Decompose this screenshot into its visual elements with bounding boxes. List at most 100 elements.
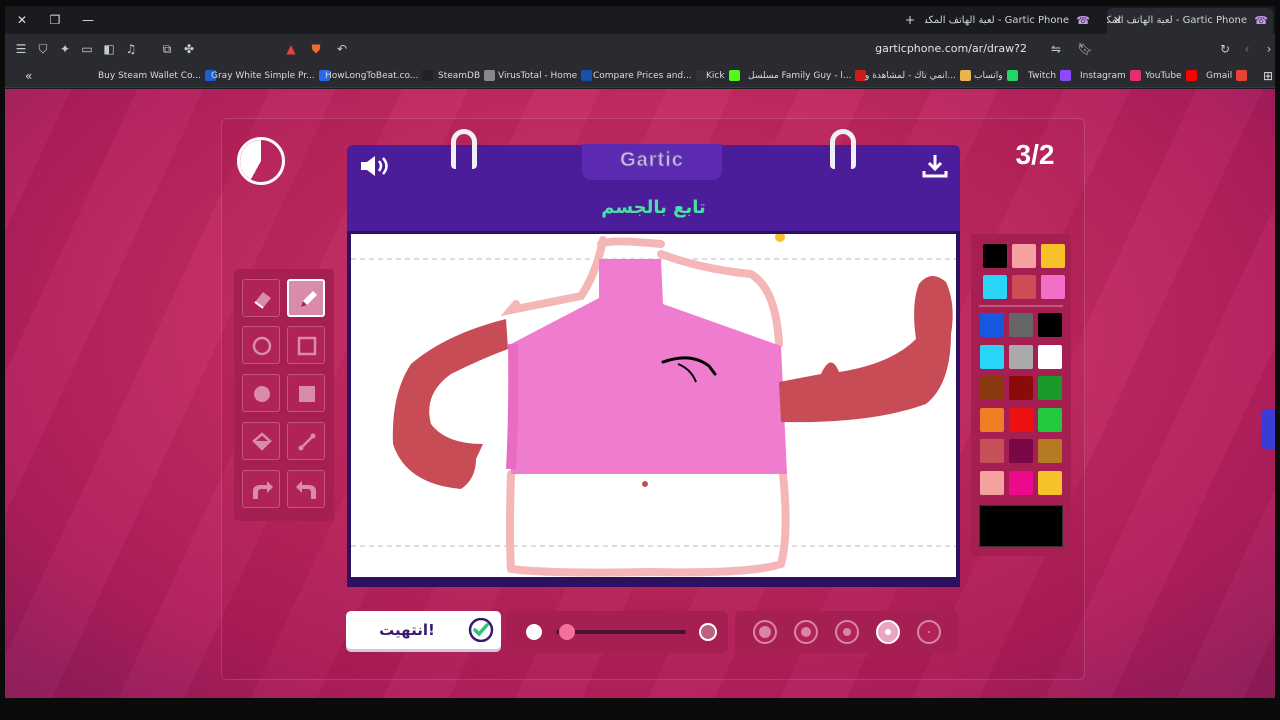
eraser-icon	[254, 292, 271, 309]
palette-color-swatch[interactable]	[1038, 470, 1062, 495]
tab-gartic-2[interactable]: ✕ Gartic Phone - لعبة الهاتف المكسور ☎	[1107, 8, 1273, 34]
round-counter: 3/2	[1015, 139, 1055, 170]
recent-color-swatch[interactable]	[983, 244, 1007, 268]
recent-color-swatch[interactable]	[1012, 244, 1036, 268]
recent-color-swatch[interactable]	[983, 275, 1007, 299]
redo-tool[interactable]	[287, 470, 325, 508]
extensions-icon[interactable]: ✤	[180, 40, 198, 58]
bookmark-item[interactable]: انمي تاك - لمشاهدة و...	[865, 67, 971, 85]
paint-bucket-icon	[252, 432, 272, 451]
palette-color-swatch[interactable]	[1009, 470, 1033, 495]
palette-color-swatch[interactable]	[980, 470, 1004, 495]
done-button[interactable]: انتهيت!	[346, 611, 501, 649]
music-icon[interactable]: ♫	[122, 40, 140, 58]
bookmark-item[interactable]: Gmail	[1206, 67, 1248, 85]
download-icon[interactable]	[921, 153, 949, 179]
brush-size-button[interactable]	[835, 620, 859, 644]
bookmark-item[interactable]: Buy Steam Wallet Co...	[98, 67, 216, 85]
palette-color-swatch[interactable]	[980, 376, 1004, 400]
tab-gartic-1[interactable]: Gartic Phone - لعبة الهاتف المكسور ☎	[925, 8, 1095, 34]
bookmark-label: Buy Steam Wallet Co...	[98, 71, 201, 81]
brave-rewards-icon[interactable]: ▲	[282, 40, 300, 58]
close-window-icon[interactable]: ✕	[13, 11, 31, 29]
palette-color-swatch[interactable]	[1038, 344, 1062, 369]
current-color-swatch[interactable]	[979, 505, 1063, 547]
bookmark-favicon-icon	[959, 70, 971, 81]
bookmark-item[interactable]: مسلسل Family Guy - ا...	[748, 67, 867, 85]
palette-color-swatch[interactable]	[1038, 313, 1062, 337]
bookmark-item[interactable]: واتساب	[974, 67, 1018, 85]
shield-icon[interactable]: ⛉	[34, 40, 52, 58]
bookmark-label: Gray White Simple Pr...	[211, 71, 315, 81]
screenshot-icon[interactable]: ⧉	[158, 40, 176, 58]
close-tab-icon[interactable]: ✕	[1113, 8, 1122, 34]
ellipse-fill-tool[interactable]	[242, 374, 280, 412]
palette-color-swatch[interactable]	[1038, 407, 1062, 432]
wallet-icon[interactable]: ▭	[78, 40, 96, 58]
bookmark-favicon-icon	[1185, 70, 1197, 81]
palette-color-swatch[interactable]	[980, 439, 1004, 463]
site-settings-icon[interactable]: ⇋	[1047, 40, 1065, 58]
ai-icon[interactable]: ✦	[56, 40, 74, 58]
bookmark-icon[interactable]: 🔖︎	[1076, 40, 1094, 58]
back-arrow-icon[interactable]: ‹	[1238, 40, 1256, 58]
line-tool[interactable]	[287, 422, 325, 460]
bookmark-item[interactable]: HowLongToBeat.co...	[325, 67, 434, 85]
bookmark-favicon-icon	[1006, 70, 1018, 81]
recent-color-swatch[interactable]	[1012, 275, 1036, 299]
extension-side-tab[interactable]	[1262, 409, 1275, 449]
palette-color-swatch[interactable]	[1038, 376, 1062, 400]
opacity-slider-thumb[interactable]	[558, 624, 575, 640]
rect-fill-tool[interactable]	[287, 374, 325, 412]
speaker-icon[interactable]	[357, 153, 391, 179]
tools-panel	[234, 269, 334, 521]
maximize-window-icon[interactable]: ❐	[46, 11, 64, 29]
bookmark-item[interactable]: Instagram	[1080, 67, 1141, 85]
bookmark-item[interactable]: Twitch	[1028, 67, 1072, 85]
recent-color-swatch[interactable]	[1041, 244, 1065, 268]
opacity-slider-track[interactable]	[556, 630, 686, 634]
plus-icon[interactable]: +	[901, 11, 919, 29]
apps-grid-icon[interactable]: ⊞	[1263, 67, 1273, 85]
bookmark-favicon-icon	[1060, 70, 1072, 81]
opacity-slider-panel	[506, 611, 728, 653]
palette-color-swatch[interactable]	[1009, 344, 1033, 369]
palette-color-swatch[interactable]	[980, 313, 1004, 337]
address-bar[interactable]: garticphone.com/ar/draw?2	[645, 40, 1035, 58]
chevron-left-double-icon[interactable]: «	[25, 67, 32, 85]
palette-color-swatch[interactable]	[1038, 439, 1062, 463]
fill-bucket-tool[interactable]	[242, 422, 280, 460]
palette-color-swatch[interactable]	[1009, 439, 1033, 463]
ellipse-outline-tool[interactable]	[242, 326, 280, 364]
palette-color-swatch[interactable]	[1009, 407, 1033, 432]
pencil-tool[interactable]	[287, 279, 325, 317]
forward-arrow-icon[interactable]: ›	[1260, 40, 1275, 58]
minimize-window-icon[interactable]: —	[79, 11, 97, 29]
palette-color-swatch[interactable]	[1009, 313, 1033, 337]
eraser-tool[interactable]	[242, 279, 280, 317]
brave-shield-icon[interactable]: ⛊	[307, 40, 325, 58]
bookmark-item[interactable]: YouTube	[1145, 67, 1197, 85]
brush-size-button[interactable]	[876, 620, 900, 644]
palette-color-swatch[interactable]	[1009, 376, 1033, 400]
reload-icon[interactable]: ↻	[1216, 40, 1234, 58]
back-icon[interactable]: ↶	[333, 40, 351, 58]
menu-icon[interactable]: ☰	[12, 40, 30, 58]
recent-color-swatch[interactable]	[1041, 275, 1065, 299]
sidebar-icon[interactable]: ◧	[100, 40, 118, 58]
palette-color-swatch[interactable]	[980, 407, 1004, 432]
tab-title: Gartic Phone - لعبة الهاتف المكسور	[1107, 15, 1247, 26]
bookmark-item[interactable]: Compare Prices and...	[593, 67, 707, 85]
brush-size-button[interactable]	[753, 620, 777, 644]
brush-size-button[interactable]	[794, 620, 818, 644]
bookmark-item[interactable]: Gray White Simple Pr...	[211, 67, 330, 85]
bookmark-item[interactable]: SteamDB	[438, 67, 496, 85]
rect-outline-tool[interactable]	[287, 326, 325, 364]
bookmark-item[interactable]: VirusTotal - Home	[498, 67, 593, 85]
bookmark-favicon-icon	[422, 70, 434, 81]
bookmark-item[interactable]: Kick	[706, 67, 740, 85]
brush-size-button[interactable]	[917, 620, 941, 644]
undo-tool[interactable]	[242, 470, 280, 508]
drawing-canvas[interactable]	[351, 234, 956, 577]
palette-color-swatch[interactable]	[980, 344, 1004, 369]
